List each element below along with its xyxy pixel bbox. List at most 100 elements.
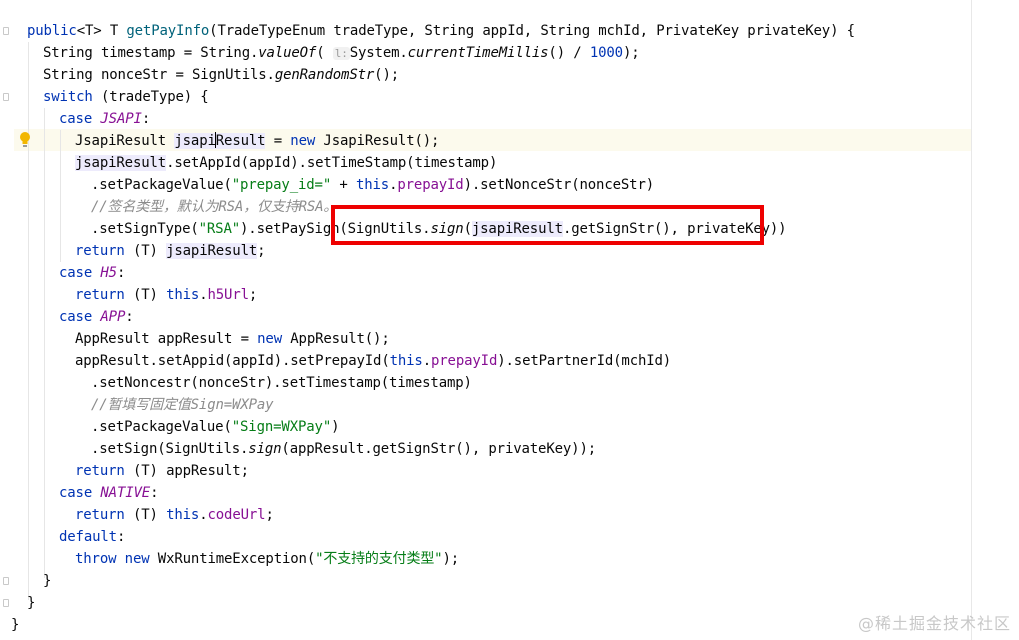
- code-line[interactable]: }: [27, 592, 35, 614]
- code-token: return: [75, 243, 133, 259]
- code-token: this: [355, 177, 390, 193]
- code-token: :: [125, 309, 134, 325]
- code-line[interactable]: //暂填写固定值Sign=WXPay: [91, 394, 274, 416]
- code-token: "prepay_id=": [231, 177, 332, 193]
- code-token: <: [76, 23, 85, 39]
- code-token: .setPackageValue(: [91, 419, 232, 435]
- code-line[interactable]: public<T> T getPayInfo(TradeTypeEnum tra…: [27, 20, 855, 42]
- code-line[interactable]: .setPackageValue("prepay_id=" + this.pre…: [91, 174, 654, 196]
- code-token: (T): [132, 507, 167, 523]
- code-token: prepayId: [431, 353, 498, 369]
- code-token: return: [75, 507, 133, 523]
- code-token: getPayInfo: [126, 23, 210, 39]
- code-line[interactable]: return (T) appResult;: [75, 460, 249, 482]
- code-token: return: [75, 287, 133, 303]
- code-token: >: [93, 23, 110, 39]
- code-line[interactable]: return (T) this.codeUrl;: [75, 504, 274, 526]
- code-token: new: [257, 331, 291, 347]
- code-token: sign: [248, 441, 282, 457]
- parameter-hint: l:: [332, 47, 350, 60]
- code-token: T: [84, 23, 94, 39]
- code-line[interactable]: case JSAPI:: [59, 108, 150, 130]
- code-token: (tradeType) {: [92, 89, 209, 105]
- code-token: 1000: [589, 45, 623, 61]
- code-token: (T): [132, 287, 167, 303]
- code-token: ).setNonceStr(nonceStr): [463, 177, 655, 193]
- code-token: ;: [257, 243, 266, 259]
- code-token: }: [27, 595, 36, 611]
- code-line[interactable]: default:: [59, 526, 125, 548]
- code-token: );: [442, 551, 460, 567]
- code-line[interactable]: String nonceStr = SignUtils.genRandomStr…: [43, 64, 399, 86]
- code-line[interactable]: throw new WxRuntimeException("不支持的支付类型")…: [75, 548, 459, 570]
- fold-icon[interactable]: [3, 577, 9, 585]
- code-token: .setAppId(appId).setTimeStamp(timestamp): [166, 155, 498, 171]
- code-line[interactable]: //签名类型，默认为RSA，仅支持RSA。: [91, 196, 337, 218]
- code-token: ).setPartnerId(mchId): [497, 353, 672, 369]
- code-token: .: [422, 353, 431, 369]
- highlight-box: [331, 205, 764, 245]
- code-token: valueOf: [258, 45, 317, 61]
- code-token: :: [116, 265, 126, 281]
- code-token: "RSA": [198, 221, 241, 237]
- code-line[interactable]: AppResult appResult = new AppResult();: [75, 328, 390, 350]
- code-token: =: [265, 133, 291, 149]
- code-line[interactable]: .setNoncestr(nonceStr).setTimestamp(time…: [91, 372, 472, 394]
- code-token: this: [166, 287, 200, 303]
- code-token: currentTimeMillis: [407, 45, 549, 61]
- code-line[interactable]: jsapiResult.setAppId(appId).setTimeStamp…: [75, 152, 497, 174]
- code-token: JsapiResult();: [323, 133, 440, 149]
- code-line[interactable]: .setSign(SignUtils.sign(appResult.getSig…: [91, 438, 596, 460]
- code-token: T: [109, 23, 127, 39]
- code-line[interactable]: .setPackageValue("Sign=WXPay"): [91, 416, 340, 438]
- code-token: Result: [215, 133, 266, 149]
- code-token: codeUrl: [207, 507, 266, 523]
- code-line[interactable]: case H5:: [59, 262, 125, 284]
- code-token: }: [43, 573, 52, 589]
- code-token: String timestamp = String.: [43, 45, 259, 61]
- code-token: appResult.setAppid(appId).setPrepayId(: [75, 353, 390, 369]
- code-token: .setPackageValue(: [91, 177, 232, 193]
- code-token: WxRuntimeException(: [157, 551, 316, 567]
- code-token: ();: [374, 67, 400, 83]
- code-token: String nonceStr = SignUtils.: [43, 67, 275, 83]
- fold-icon[interactable]: [3, 93, 9, 101]
- code-token: .setSignType(: [91, 221, 199, 237]
- code-token: ;: [248, 287, 258, 303]
- code-token: case: [59, 111, 101, 127]
- code-token: ): [331, 419, 340, 435]
- code-token: NATIVE: [100, 485, 151, 501]
- code-token: () /: [548, 45, 590, 61]
- code-token: //签名类型，默认为RSA，仅支持RSA。: [91, 199, 338, 215]
- code-token: :: [141, 111, 151, 127]
- code-token: throw new: [75, 551, 158, 567]
- code-line[interactable]: }: [43, 570, 51, 592]
- code-line[interactable]: return (T) this.h5Url;: [75, 284, 257, 306]
- code-token: public: [27, 23, 77, 39]
- code-token: "Sign=WXPay": [231, 419, 332, 435]
- code-line[interactable]: }: [11, 614, 19, 636]
- code-token: //暂填写固定值Sign=WXPay: [91, 397, 274, 413]
- code-line[interactable]: switch (tradeType) {: [43, 86, 209, 108]
- code-line[interactable]: String timestamp = String.valueOf( l: Sys…: [43, 42, 640, 64]
- code-token: jsapiResult: [75, 155, 167, 171]
- watermark: @稀土掘金技术社区: [857, 614, 1011, 633]
- code-line[interactable]: JsapiResult jsapiResult = new JsapiResul…: [75, 130, 439, 152]
- fold-icon[interactable]: [3, 27, 9, 35]
- code-token: ;: [265, 507, 274, 523]
- code-token: JSAPI: [100, 111, 142, 127]
- code-token: jsapi: [174, 133, 216, 149]
- code-line[interactable]: case NATIVE:: [59, 482, 159, 504]
- code-line[interactable]: return (T) jsapiResult;: [75, 240, 266, 262]
- right-margin-guide: [971, 0, 972, 640]
- code-line[interactable]: case APP:: [59, 306, 134, 328]
- code-token: return: [75, 463, 133, 479]
- fold-icon[interactable]: [3, 599, 9, 607]
- lightbulb-icon[interactable]: [18, 130, 32, 150]
- code-token: h5Url: [207, 287, 249, 303]
- code-token: (: [316, 45, 333, 61]
- code-token: case: [59, 265, 101, 281]
- code-line[interactable]: appResult.setAppid(appId).setPrepayId(th…: [75, 350, 671, 372]
- code-token: "不支持的支付类型": [315, 551, 443, 567]
- code-token: (TradeTypeEnum tradeType, String appId, …: [209, 23, 855, 39]
